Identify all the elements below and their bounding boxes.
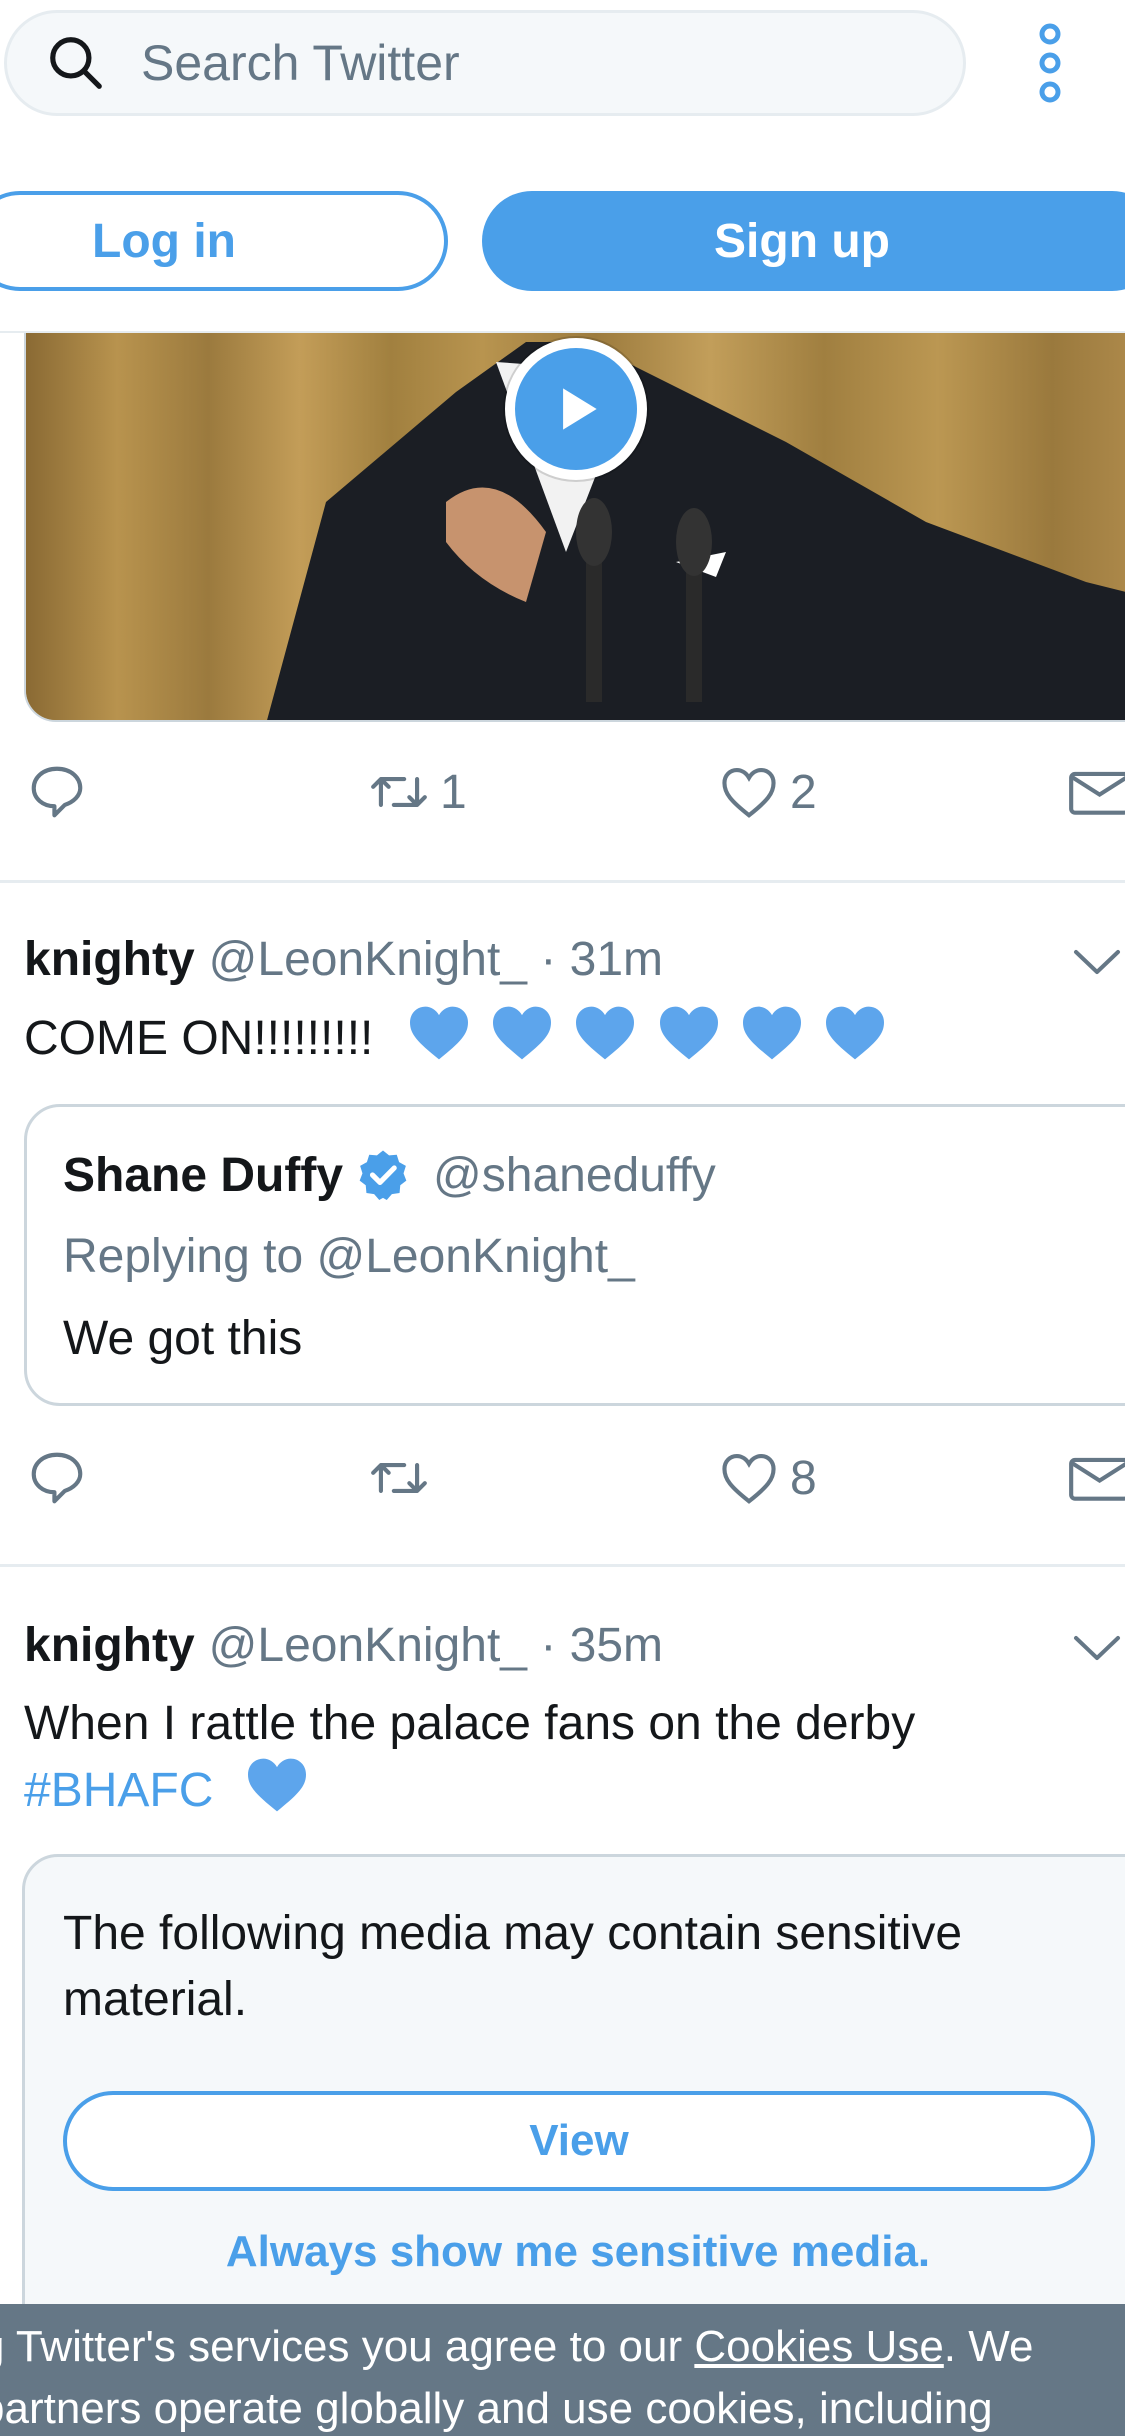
tweet-time: · 31m bbox=[540, 933, 664, 986]
reply-button[interactable] bbox=[26, 752, 98, 832]
blue-heart-emoji bbox=[247, 1758, 306, 1812]
envelope-icon bbox=[1069, 1457, 1125, 1501]
search-bar[interactable]: Search Twitter bbox=[4, 10, 966, 116]
always-show-sensitive-link[interactable]: Always show me sensitive media. bbox=[25, 2227, 1125, 2277]
reply-button[interactable] bbox=[26, 1438, 88, 1518]
blue-heart-emoji bbox=[409, 1006, 468, 1060]
page: Search Twitter Log in Sign up 1 2 knight… bbox=[0, 0, 1125, 2436]
tweet-1-actions: 1 2 bbox=[0, 752, 1125, 832]
retweet-count: 1 bbox=[440, 765, 467, 819]
cookie-banner: g Twitter's services you agree to our Co… bbox=[0, 2304, 1125, 2436]
author-name: knighty bbox=[24, 933, 195, 986]
blue-heart-emoji bbox=[743, 1006, 802, 1060]
retweet-icon bbox=[371, 1463, 427, 1493]
tweet-2-actions: 8 bbox=[0, 1438, 1125, 1518]
author-name: knighty bbox=[24, 1619, 195, 1672]
blue-heart-emoji bbox=[659, 1006, 718, 1060]
signup-button[interactable]: Sign up bbox=[482, 191, 1125, 291]
retweet-icon bbox=[371, 777, 427, 807]
play-icon bbox=[563, 388, 597, 430]
tweet-3-text-line2: #BHAFC bbox=[24, 1756, 309, 1823]
more-vertical-icon[interactable] bbox=[1032, 22, 1068, 104]
cookie-line-1: g Twitter's services you agree to our Co… bbox=[0, 2316, 1105, 2378]
tweet-time: · 35m bbox=[540, 1619, 664, 1672]
search-icon bbox=[50, 37, 102, 89]
tweet-3-header[interactable]: knighty @LeonKnight_ · 35m bbox=[24, 1618, 663, 1673]
quoted-tweet[interactable]: Shane Duffy @shaneduffy Replying to @Leo… bbox=[24, 1104, 1125, 1406]
login-button[interactable]: Log in bbox=[0, 191, 448, 291]
author-handle: @LeonKnight_ bbox=[208, 1619, 527, 1672]
cookie-text: g Twitter's services you agree to our bbox=[0, 2322, 695, 2371]
tweet-2-body: COME ON!!!!!!!!! bbox=[24, 1012, 374, 1065]
heart-icon bbox=[722, 767, 776, 818]
heart-emojis bbox=[401, 1006, 888, 1065]
chevron-down-icon[interactable] bbox=[1072, 946, 1122, 978]
view-button[interactable]: View bbox=[63, 2091, 1095, 2191]
search-input[interactable]: Search Twitter bbox=[141, 34, 460, 92]
heart-icon bbox=[722, 1453, 776, 1504]
tweet-divider bbox=[0, 1564, 1125, 1567]
blue-heart-emoji bbox=[826, 1006, 885, 1060]
like-count: 2 bbox=[790, 765, 817, 819]
blue-heart-emoji bbox=[493, 1006, 552, 1060]
tweet-2-header[interactable]: knighty @LeonKnight_ · 31m bbox=[24, 932, 663, 987]
message-button[interactable] bbox=[1066, 752, 1125, 832]
blue-heart-emoji bbox=[576, 1006, 635, 1060]
cookies-use-link[interactable]: Cookies Use bbox=[694, 2322, 943, 2371]
replying-to: Replying to @LeonKnight_ bbox=[63, 1230, 635, 1283]
retweet-button[interactable] bbox=[368, 1438, 440, 1518]
envelope-icon bbox=[1069, 771, 1125, 815]
quoted-author-handle: @shaneduffy bbox=[433, 1148, 716, 1202]
reply-icon bbox=[31, 766, 83, 818]
tweet-3-text-line1: When I rattle the palace fans on the der… bbox=[24, 1697, 916, 1750]
retweet-button[interactable]: 1 bbox=[368, 752, 467, 832]
author-handle: @LeonKnight_ bbox=[208, 933, 527, 986]
top-bar: Search Twitter Log in Sign up bbox=[0, 0, 1125, 333]
like-button[interactable]: 2 bbox=[718, 752, 817, 832]
hashtag-link[interactable]: #BHAFC bbox=[24, 1764, 213, 1817]
sensitive-message: The following media may contain sensitiv… bbox=[63, 1907, 963, 2026]
play-button[interactable] bbox=[505, 338, 647, 480]
like-button[interactable]: 8 bbox=[718, 1438, 817, 1518]
chevron-down-icon[interactable] bbox=[1072, 1632, 1122, 1664]
quoted-tweet-header: Shane Duffy @shaneduffy bbox=[63, 1147, 716, 1203]
like-count: 8 bbox=[790, 1451, 817, 1505]
message-button[interactable] bbox=[1066, 1438, 1125, 1518]
quoted-author-name: Shane Duffy bbox=[63, 1148, 344, 1202]
reply-icon bbox=[31, 1452, 83, 1504]
quoted-tweet-text: We got this bbox=[63, 1312, 303, 1365]
cookie-text: . We bbox=[943, 2322, 1034, 2371]
tweet-2-text: COME ON!!!!!!!!! bbox=[24, 1004, 887, 1071]
tweet-divider bbox=[0, 880, 1125, 883]
cookie-line-2: partners operate globally and use cookie… bbox=[0, 2384, 993, 2433]
verified-badge-icon bbox=[359, 1150, 407, 1200]
